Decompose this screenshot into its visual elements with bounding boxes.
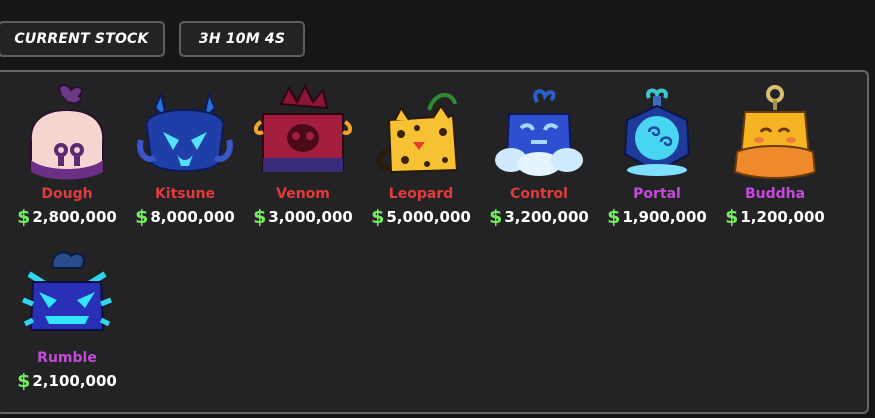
fruit-price: $2,100,000: [8, 368, 126, 394]
buddha-fruit-icon: [733, 85, 817, 179]
fruit-name: Portal: [633, 186, 681, 202]
fruit-card-control[interactable]: Control $3,200,000: [480, 80, 598, 230]
stock-panel: Dough $2,800,000 Kitsune $8,000,000 Veno…: [0, 70, 869, 414]
dollar-icon: $: [489, 206, 503, 228]
fruit-price-value: 3,000,000: [268, 208, 353, 226]
dollar-icon: $: [17, 370, 31, 392]
fruit-price-value: 5,000,000: [386, 208, 471, 226]
fruit-card-buddha[interactable]: Buddha $1,200,000: [716, 80, 834, 230]
fruit-name: Dough: [41, 186, 93, 202]
venom-fruit-icon: [254, 83, 352, 172]
tab-current-stock[interactable]: CURRENT STOCK: [0, 21, 165, 57]
fruit-name: Rumble: [37, 350, 97, 366]
fruit-price: $8,000,000: [126, 204, 244, 230]
dollar-icon: $: [371, 206, 385, 228]
fruit-name: Venom: [276, 186, 330, 202]
dollar-icon: $: [725, 206, 739, 228]
fruit-price: $1,900,000: [598, 204, 716, 230]
dollar-icon: $: [607, 206, 621, 228]
dollar-icon: $: [253, 206, 267, 228]
fruit-price-value: 1,200,000: [740, 208, 825, 226]
fruit-name: Leopard: [388, 186, 454, 202]
fruit-price: $5,000,000: [362, 204, 480, 230]
fruit-name: Buddha: [744, 186, 806, 202]
fruit-price-value: 1,900,000: [622, 208, 707, 226]
dough-fruit-icon: [29, 84, 105, 180]
dollar-icon: $: [17, 206, 31, 228]
fruit-price-value: 3,200,000: [504, 208, 589, 226]
portal-fruit-icon: [623, 88, 691, 176]
fruit-price-value: 2,100,000: [32, 372, 117, 390]
fruit-price: $3,000,000: [244, 204, 362, 230]
fruit-card-portal[interactable]: Portal $1,900,000: [598, 80, 716, 230]
fruit-card-leopard[interactable]: Leopard $5,000,000: [362, 80, 480, 230]
fruit-card-kitsune[interactable]: Kitsune $8,000,000: [126, 80, 244, 230]
fruit-price-value: 2,800,000: [32, 208, 117, 226]
fruit-card-rumble[interactable]: Rumble $2,100,000: [8, 244, 126, 394]
fruit-card-venom[interactable]: Venom $3,000,000: [244, 80, 362, 230]
tab-current-stock-label: CURRENT STOCK: [14, 31, 149, 47]
fruit-name: Control: [510, 186, 568, 202]
restock-timer: 3H 10M 4S: [179, 21, 305, 57]
rumble-fruit-icon: [22, 251, 112, 331]
fruit-name: Kitsune: [154, 186, 216, 202]
fruit-price: $3,200,000: [480, 204, 598, 230]
dollar-icon: $: [135, 206, 149, 228]
fruit-price-value: 8,000,000: [150, 208, 235, 226]
restock-timer-label: 3H 10M 4S: [198, 31, 286, 47]
fruit-price: $2,800,000: [8, 204, 126, 230]
control-fruit-icon: [495, 89, 583, 176]
fruit-price: $1,200,000: [716, 204, 834, 230]
fruit-card-dough[interactable]: Dough $2,800,000: [8, 80, 126, 230]
leopard-fruit-icon: [376, 93, 459, 174]
kitsune-fruit-icon: [137, 90, 233, 172]
